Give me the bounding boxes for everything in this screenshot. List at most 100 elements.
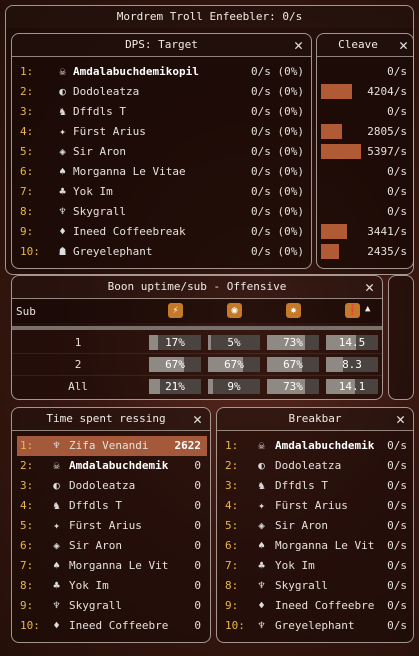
- cleave-row[interactable]: 0/s: [321, 162, 407, 182]
- dps-row[interactable]: 6: ♠ Morganna Le Vitae 0/s (0%): [20, 162, 304, 182]
- cleave-row[interactable]: 4204/s: [321, 82, 407, 102]
- breakbar-row[interactable]: 4: ✦ Fürst Arius 0/s: [225, 496, 407, 516]
- necro-icon: ☠: [53, 459, 60, 472]
- ressing-row[interactable]: 4: ♞ Dffdls T 0: [17, 496, 207, 516]
- dps-row[interactable]: 8: ♆ Skygrall 0/s (0%): [20, 202, 304, 222]
- ressing-row[interactable]: 9: ♆ Skygrall 0: [17, 596, 207, 616]
- dps-row[interactable]: 4: ✦ Fürst Arius 0/s (0%): [20, 122, 304, 142]
- breakbar-row[interactable]: 3: ♞ Dffdls T 0/s: [225, 476, 407, 496]
- elementalist-icon: ◐: [59, 85, 66, 98]
- revenant-icon: ♠: [53, 559, 60, 572]
- boon-uptime-cell: 17%: [149, 335, 201, 350]
- breakbar-row[interactable]: 9: ♦ Ineed Coffeebre 0/s: [225, 596, 407, 616]
- breakbar-row[interactable]: 10: ♆ Greyelephant 0/s: [225, 616, 407, 636]
- cleave-row[interactable]: 0/s: [321, 102, 407, 122]
- rank-number: 9:: [20, 599, 34, 612]
- ressing-row[interactable]: 5: ✦ Fürst Arius 0: [17, 516, 207, 536]
- cleave-bar: [321, 244, 339, 259]
- boon-uptime-value: 67%: [283, 358, 303, 371]
- sub-column-header[interactable]: Sub: [16, 305, 36, 318]
- dps-row[interactable]: 3: ♞ Dffdls T 0/s (0%): [20, 102, 304, 122]
- dps-row[interactable]: 7: ♣ Yok Im 0/s (0%): [20, 182, 304, 202]
- dps-row[interactable]: 9: ♦ Ineed Coffeebreak 0/s (0%): [20, 222, 304, 242]
- necro-icon: ☠: [258, 439, 265, 452]
- close-icon[interactable]: ✕: [294, 34, 303, 56]
- ressing-row[interactable]: 6: ◈ Sir Aron 0: [17, 536, 207, 556]
- dps-row[interactable]: 2: ◐ Dodoleatza 0/s (0%): [20, 82, 304, 102]
- ressing-row[interactable]: 10: ♦ Ineed Coffeebre 0: [17, 616, 207, 636]
- alacrity-icon[interactable]: ❗: [345, 303, 360, 318]
- sort-ascending-icon[interactable]: ▲: [365, 304, 370, 314]
- ressing-panel-header[interactable]: Time spent ressing ✕: [12, 408, 210, 431]
- cleave-row[interactable]: 0/s: [321, 182, 407, 202]
- boon-row[interactable]: All 21% 9% 73% 14.1: [12, 377, 382, 397]
- quickness-icon[interactable]: ✸: [286, 303, 301, 318]
- boon-uptime-cell: 67%: [208, 357, 260, 372]
- subgroup-label: All: [68, 380, 88, 393]
- boon-panel: Boon uptime/sub - Offensive ✕ Sub ⚡ ◉ ✸ ❗ ▲ …: [11, 275, 383, 400]
- ressing-value: 0: [194, 479, 201, 492]
- revenant-icon: ♠: [258, 539, 265, 552]
- rank-number: 5:: [20, 519, 34, 532]
- rank-number: 1:: [225, 439, 239, 452]
- breakbar-row[interactable]: 7: ♣ Yok Im 0/s: [225, 556, 407, 576]
- cleave-row[interactable]: 3441/s: [321, 222, 407, 242]
- breakbar-row[interactable]: 8: ♆ Skygrall 0/s: [225, 576, 407, 596]
- dps-row[interactable]: 10: ☗ Greyelephant 0/s (0%): [20, 242, 304, 262]
- ressing-panel: Time spent ressing ✕ 1: ♆ Zifa Venandi 2622…: [11, 407, 211, 643]
- cleave-value: 3441/s: [367, 225, 407, 238]
- breakbar-row[interactable]: 1: ☠ Amdalabuchdemik 0/s: [225, 436, 407, 456]
- cleave-bar: [321, 124, 342, 139]
- cleave-panel-header[interactable]: Cleave ✕: [317, 34, 413, 57]
- boon-row[interactable]: 2 67% 67% 67% 8.3: [12, 355, 382, 376]
- ressing-row[interactable]: 3: ◐ Dodoleatza 0: [17, 476, 207, 496]
- close-icon[interactable]: ✕: [193, 408, 202, 430]
- breakbar-row[interactable]: 6: ♠ Morganna Le Vit 0/s: [225, 536, 407, 556]
- cleave-row[interactable]: 0/s: [321, 62, 407, 82]
- boon-side-panel: [388, 275, 414, 400]
- dps-row[interactable]: 1: ☠ Amdalabuchdemikopil 0/s (0%): [20, 62, 304, 82]
- ressing-value: 0: [194, 519, 201, 532]
- breakbar-panel-header[interactable]: Breakbar ✕: [217, 408, 413, 431]
- ressing-row[interactable]: 8: ♣ Yok Im 0: [17, 576, 207, 596]
- close-icon[interactable]: ✕: [365, 276, 374, 298]
- player-name: Morganna Le Vitae: [73, 165, 186, 178]
- breakbar-value: 0/s: [387, 439, 407, 452]
- cleave-row[interactable]: 0/s: [321, 202, 407, 222]
- breakbar-row[interactable]: 2: ◐ Dodoleatza 0/s: [225, 456, 407, 476]
- breakbar-value: 0/s: [387, 559, 407, 572]
- breakbar-panel-title: Breakbar: [288, 412, 342, 425]
- rank-number: 8:: [20, 579, 34, 592]
- elementalist-icon: ◐: [53, 479, 60, 492]
- cleave-row[interactable]: 2435/s: [321, 242, 407, 262]
- dps-panel-header[interactable]: DPS: Target ✕: [12, 34, 311, 57]
- cleave-value: 0/s: [387, 165, 407, 178]
- cleave-row[interactable]: 2805/s: [321, 122, 407, 142]
- player-name: Greyelephant: [73, 245, 153, 258]
- ressing-row[interactable]: 7: ♠ Morganna Le Vit 0: [17, 556, 207, 576]
- cleave-panel: Cleave ✕ 0/s 4204/s 0/s 2805/s 5397/s 0/s 0/s 0…: [316, 33, 414, 269]
- boon-panel-header[interactable]: Boon uptime/sub - Offensive ✕: [12, 276, 382, 299]
- dps-value: 0/s (0%): [251, 245, 304, 258]
- necro-icon: ☗: [59, 245, 66, 258]
- boon-uptime-cell: 21%: [149, 379, 201, 394]
- player-name: Dodoleatza: [73, 85, 140, 98]
- warrior-icon: ♆: [258, 619, 265, 632]
- breakbar-value: 0/s: [387, 499, 407, 512]
- boon-uptime-cell: 67%: [149, 357, 201, 372]
- dps-value: 0/s (0%): [251, 205, 304, 218]
- dps-row[interactable]: 5: ◈ Sir Aron 0/s (0%): [20, 142, 304, 162]
- dps-value: 0/s (0%): [251, 125, 304, 138]
- close-icon[interactable]: ✕: [396, 408, 405, 430]
- ressing-value: 0: [194, 459, 201, 472]
- close-icon[interactable]: ✕: [399, 34, 408, 56]
- might-icon[interactable]: ◉: [227, 303, 242, 318]
- fury-icon[interactable]: ⚡: [168, 303, 183, 318]
- boon-row[interactable]: 1 17% 5% 73% 14.5: [12, 333, 382, 354]
- rank-number: 2:: [20, 459, 34, 472]
- ressing-row[interactable]: 2: ☠ Amdalabuchdemik 0: [17, 456, 207, 476]
- cleave-row[interactable]: 5397/s: [321, 142, 407, 162]
- breakbar-row[interactable]: 5: ◈ Sir Aron 0/s: [225, 516, 407, 536]
- player-name: Skygrall: [275, 579, 328, 592]
- ressing-row[interactable]: 1: ♆ Zifa Venandi 2622: [17, 436, 207, 456]
